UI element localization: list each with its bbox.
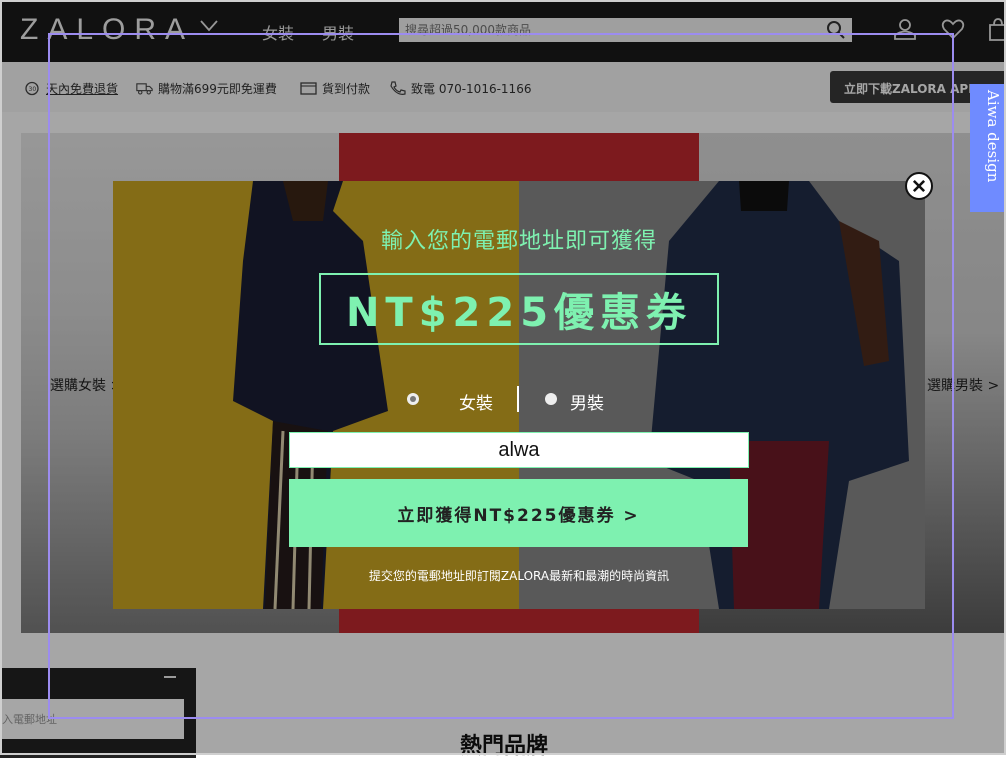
coupon-amount: NT$225優惠券 xyxy=(345,290,693,336)
close-icon[interactable] xyxy=(905,172,933,200)
radio-men-label[interactable]: 男裝 xyxy=(570,389,604,414)
newsletter-popup: 輸入您的電郵地址即可獲得 NT$225優惠券 女裝 男裝 立即獲得NT$225優… xyxy=(113,181,925,609)
get-coupon-button[interactable]: 立即獲得NT$225優惠券 > xyxy=(289,479,748,547)
radio-women-label[interactable]: 女裝 xyxy=(459,389,493,414)
subscription-note: 提交您的電郵地址即訂閱ZALORA最新和最潮的時尚資訊 xyxy=(368,569,670,583)
popup-headline: 輸入您的電郵地址即可獲得 xyxy=(380,229,657,254)
email-field[interactable] xyxy=(289,432,749,468)
radio-women[interactable] xyxy=(407,393,419,405)
side-tab-label[interactable]: Aiwa design xyxy=(974,90,1002,205)
coupon-badge: NT$225優惠券 xyxy=(319,273,719,345)
radio-men[interactable] xyxy=(545,393,557,405)
gender-radio-group: 女裝 男裝 xyxy=(113,386,925,414)
gender-divider xyxy=(517,386,519,412)
